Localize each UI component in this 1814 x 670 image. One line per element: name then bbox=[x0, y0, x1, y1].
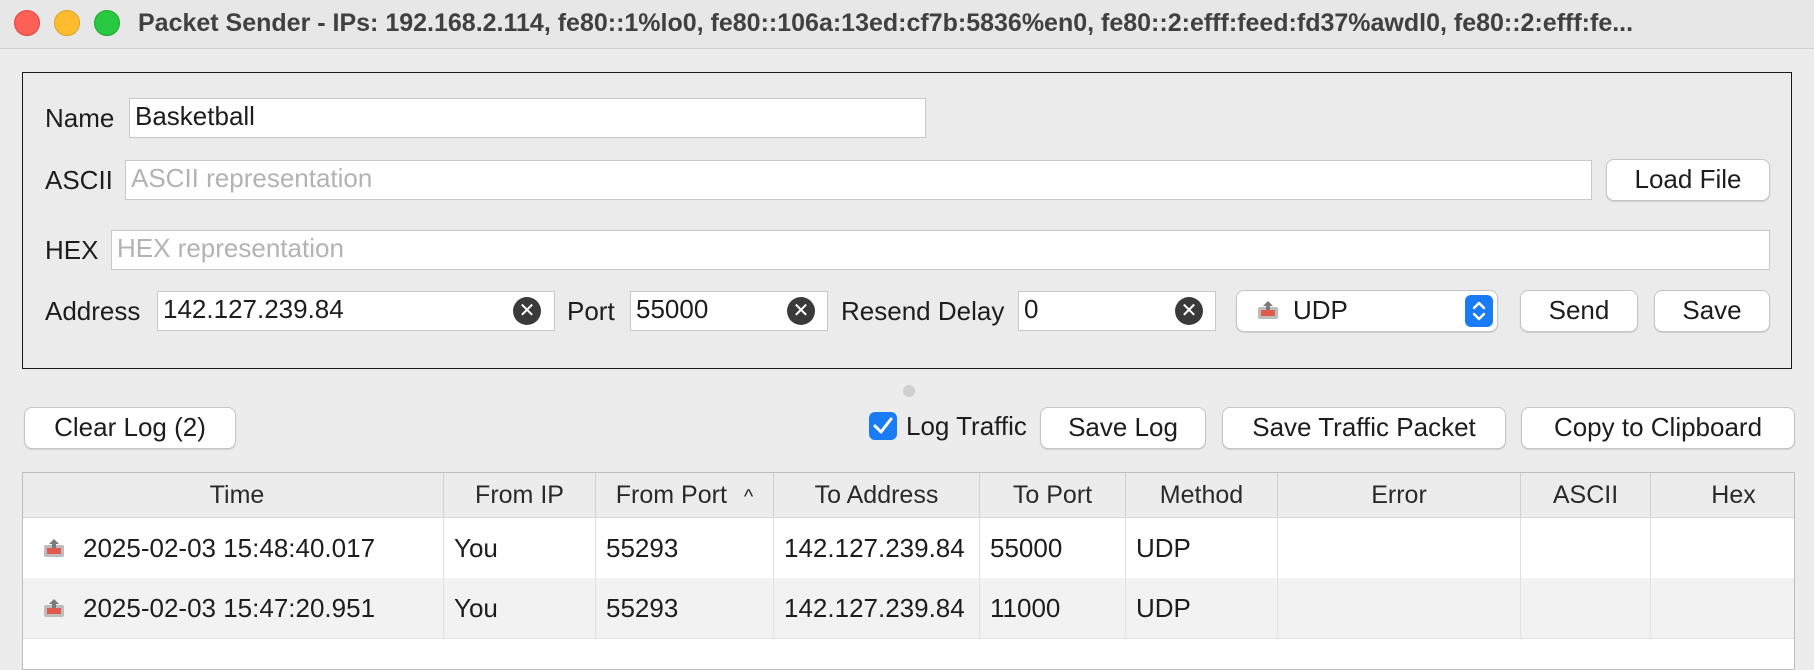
cell-method: UDP bbox=[1126, 578, 1278, 638]
table-row[interactable]: 2025-02-03 15:48:40.017 You 55293 142.12… bbox=[23, 518, 1794, 579]
packet-sent-icon bbox=[44, 599, 64, 617]
save-traffic-packet-button[interactable]: Save Traffic Packet bbox=[1222, 407, 1506, 449]
clear-log-button[interactable]: Clear Log (2) bbox=[24, 407, 236, 449]
cell-from-ip: You bbox=[444, 518, 596, 578]
cell-error bbox=[1278, 578, 1521, 638]
cell-from-ip: You bbox=[444, 578, 596, 638]
column-header-method[interactable]: Method bbox=[1126, 473, 1278, 517]
address-input[interactable]: 142.127.239.84 bbox=[157, 291, 555, 331]
cell-method: UDP bbox=[1126, 518, 1278, 578]
clear-field-icon[interactable]: ✕ bbox=[787, 297, 815, 325]
cell-from-port: 55293 bbox=[596, 578, 774, 638]
packet-editor-panel: Name Basketball ASCII ASCII representati… bbox=[22, 72, 1792, 369]
name-label: Name bbox=[45, 103, 115, 133]
cell-hex bbox=[1651, 578, 1794, 638]
address-value: 142.127.239.84 bbox=[163, 294, 344, 324]
sort-ascending-icon: ^ bbox=[743, 486, 754, 508]
column-header-from-port-label: From Port bbox=[615, 481, 727, 509]
cell-time: 2025-02-03 15:48:40.017 bbox=[75, 518, 444, 578]
hex-label: HEX bbox=[45, 235, 99, 265]
cell-time: 2025-02-03 15:47:20.951 bbox=[75, 578, 444, 638]
table-header: Time From IP From Port ^ To Address To P… bbox=[23, 473, 1794, 518]
splitter-handle[interactable] bbox=[903, 385, 915, 397]
window-title: Packet Sender - IPs: 192.168.2.114, fe80… bbox=[138, 9, 1634, 37]
udp-protocol-icon bbox=[1258, 301, 1278, 319]
hex-input[interactable]: HEX representation bbox=[111, 230, 1770, 270]
checkmark-icon bbox=[873, 417, 893, 434]
column-header-from-ip[interactable]: From IP bbox=[444, 473, 596, 517]
cell-ascii bbox=[1521, 578, 1651, 638]
cell-error bbox=[1278, 518, 1521, 578]
cell-to-address: 142.127.239.84 bbox=[774, 518, 980, 578]
resend-delay-label: Resend Delay bbox=[841, 296, 1005, 326]
chevron-up-down-icon bbox=[1465, 295, 1493, 327]
column-header-hex[interactable]: Hex bbox=[1651, 473, 1794, 517]
resend-delay-value: 0 bbox=[1024, 294, 1039, 324]
minimize-window-button[interactable] bbox=[54, 10, 80, 36]
save-log-button[interactable]: Save Log bbox=[1040, 407, 1206, 449]
port-label: Port bbox=[567, 296, 615, 326]
title-bar: Packet Sender - IPs: 192.168.2.114, fe80… bbox=[0, 0, 1814, 49]
column-header-to-address[interactable]: To Address bbox=[774, 473, 980, 517]
clear-field-icon[interactable]: ✕ bbox=[513, 297, 541, 325]
load-file-button[interactable]: Load File bbox=[1606, 159, 1770, 201]
ascii-input[interactable]: ASCII representation bbox=[125, 160, 1592, 200]
traffic-log-table[interactable]: Time From IP From Port ^ To Address To P… bbox=[22, 472, 1795, 670]
cell-ascii bbox=[1521, 518, 1651, 578]
protocol-select[interactable]: UDP bbox=[1236, 290, 1498, 332]
table-row[interactable]: 2025-02-03 15:47:20.951 You 55293 142.12… bbox=[23, 578, 1794, 639]
clear-field-icon[interactable]: ✕ bbox=[1175, 297, 1203, 325]
copy-to-clipboard-button[interactable]: Copy to Clipboard bbox=[1521, 407, 1795, 449]
column-header-error[interactable]: Error bbox=[1278, 473, 1521, 517]
log-traffic-checkbox[interactable] bbox=[869, 412, 897, 440]
name-input[interactable]: Basketball bbox=[129, 98, 926, 138]
cell-to-address: 142.127.239.84 bbox=[774, 578, 980, 638]
cell-hex bbox=[1651, 518, 1794, 578]
ascii-label: ASCII bbox=[45, 165, 113, 195]
zoom-window-button[interactable] bbox=[94, 10, 120, 36]
save-packet-button[interactable]: Save bbox=[1654, 290, 1770, 332]
column-header-ascii[interactable]: ASCII bbox=[1521, 473, 1651, 517]
column-header-time[interactable]: Time bbox=[31, 473, 444, 517]
port-value: 55000 bbox=[636, 294, 709, 324]
cell-to-port: 11000 bbox=[980, 578, 1126, 638]
log-traffic-label: Log Traffic bbox=[906, 411, 1027, 441]
send-button[interactable]: Send bbox=[1520, 290, 1638, 332]
protocol-value: UDP bbox=[1293, 295, 1348, 325]
cell-from-port: 55293 bbox=[596, 518, 774, 578]
cell-to-port: 55000 bbox=[980, 518, 1126, 578]
column-header-from-port[interactable]: From Port ^ bbox=[596, 473, 774, 517]
close-window-button[interactable] bbox=[14, 10, 40, 36]
address-label: Address bbox=[45, 296, 141, 326]
packet-sent-icon bbox=[44, 539, 64, 557]
column-header-to-port[interactable]: To Port bbox=[980, 473, 1126, 517]
